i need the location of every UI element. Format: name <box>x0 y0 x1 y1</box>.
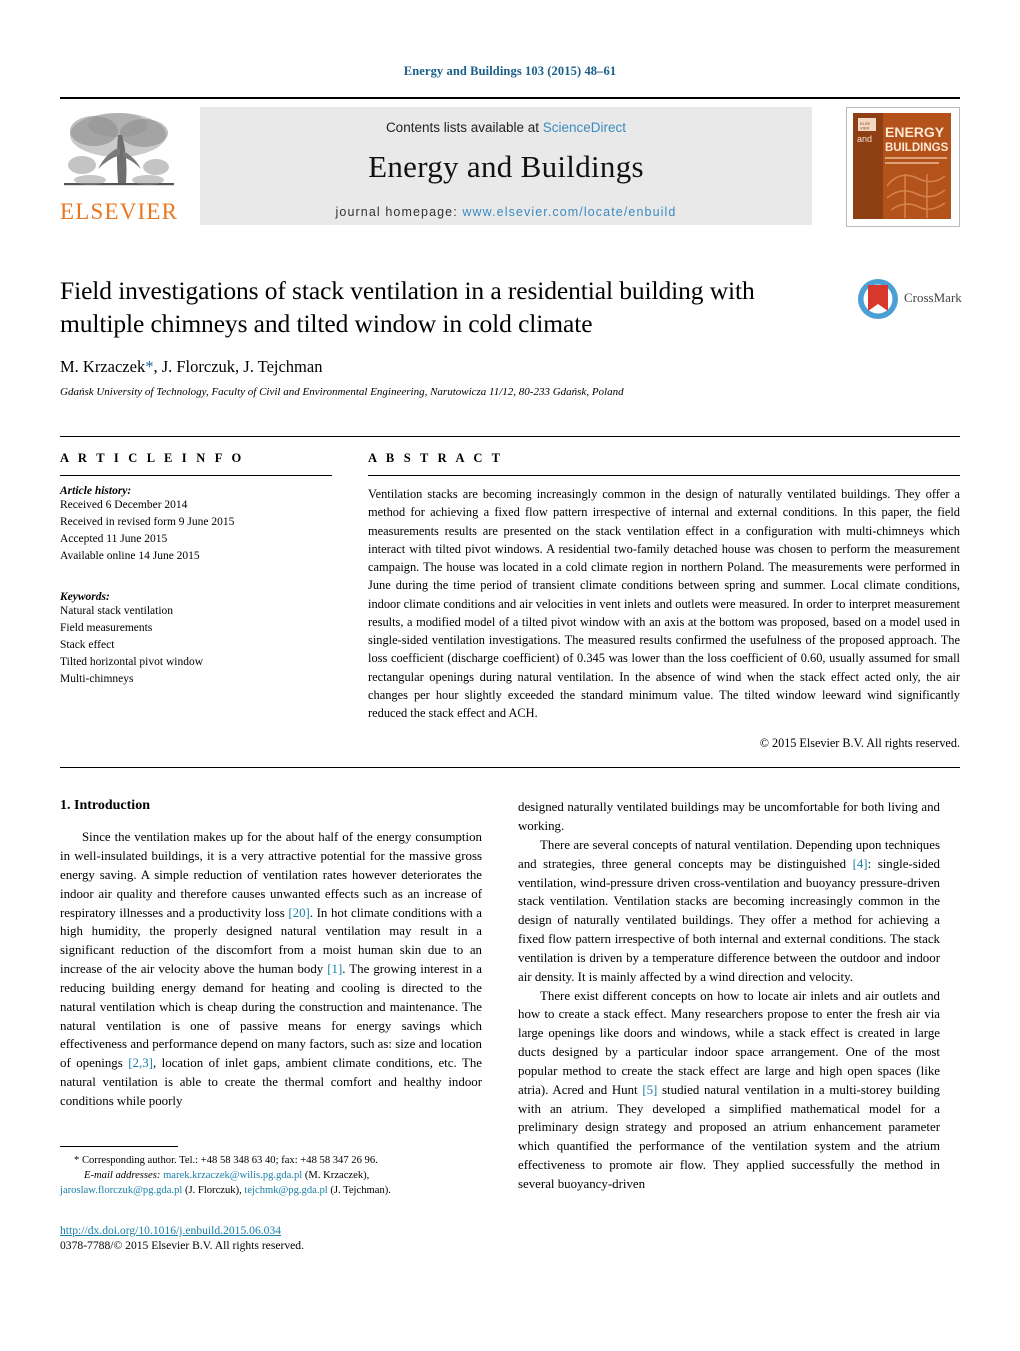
email-note-2: jaroslaw.florczuk@pg.gda.pl (J. Florczuk… <box>60 1183 482 1198</box>
svg-text:and: and <box>857 134 872 144</box>
para-text: studied natural ventilation in a multi-s… <box>518 1082 940 1191</box>
history-item: Received 6 December 2014 <box>60 499 188 512</box>
elsevier-wordmark: ELSEVIER <box>60 199 179 224</box>
paragraph-right-1: designed naturally ventilated buildings … <box>518 800 940 834</box>
abstract-text: Ventilation stacks are becoming increasi… <box>368 487 960 721</box>
elsevier-tree-icon <box>60 107 178 199</box>
article-info-heading: A R T I C L E I N F O <box>60 451 245 466</box>
keyword-item: Multi-chimneys <box>60 673 134 686</box>
paragraph-right-3: There exist different concepts on how to… <box>518 987 940 1194</box>
keyword-item: Tilted horizontal pivot window <box>60 656 204 669</box>
email-owner-1: (M. Krzaczek), <box>302 1170 370 1182</box>
article-history-heading: Article history: <box>60 485 132 498</box>
abstract-divider <box>368 475 960 477</box>
author-first: M. Krzaczek <box>60 357 146 377</box>
keyword-item: Stack effect <box>60 639 115 652</box>
history-item: Available online 14 June 2015 <box>60 550 200 563</box>
citation-ref-4[interactable]: [4] <box>853 857 868 871</box>
email-owner-3: (J. Tejchman). <box>327 1185 391 1197</box>
crossmark-badge[interactable]: CrossMark <box>856 277 962 323</box>
section-heading-introduction: 1. Introduction <box>60 798 150 814</box>
citation-ref-1[interactable]: [1] <box>327 962 342 976</box>
crossmark-icon <box>858 279 898 319</box>
authors-rest: , J. Florczuk, J. Tejchman <box>153 357 323 377</box>
abstract-column: A B S T R A C T Ventilation stacks are b… <box>368 451 960 751</box>
abstract-copyright: © 2015 Elsevier B.V. All rights reserved… <box>759 736 960 751</box>
journal-masthead: ELSEVIER Contents lists available at Sci… <box>60 97 960 229</box>
elsevier-logo: ELSEVIER <box>60 107 178 225</box>
info-abstract-section: A R T I C L E I N F O Article history: R… <box>60 436 960 751</box>
doi-area: http://dx.doi.org/10.1016/j.enbuild.2015… <box>60 1224 490 1252</box>
svg-text:VIER: VIER <box>860 126 869 131</box>
title-block: Field investigations of stack ventilatio… <box>60 275 962 399</box>
abstract-heading: A B S T R A C T <box>368 451 504 466</box>
corresponding-author-note: * Corresponding author. Tel.: +48 58 348… <box>74 1155 378 1166</box>
journal-cover-thumbnail: ELSE VIER and ENERGY BUILDINGS <box>846 107 960 227</box>
body-columns: 1. Introduction Since the ventilation ma… <box>60 798 960 1193</box>
citation-ref-5[interactable]: [5] <box>642 1083 657 1097</box>
keyword-item: Natural stack ventilation <box>60 605 174 618</box>
author-list: M. Krzaczek*, J. Florczuk, J. Tejchman <box>60 357 960 377</box>
homepage-prefix: journal homepage: <box>335 205 463 219</box>
body-column-right: designed naturally ventilated buildings … <box>518 798 940 1193</box>
article-info-column: A R T I C L E I N F O Article history: R… <box>60 451 332 751</box>
email-label: E-mail addresses: <box>84 1170 161 1182</box>
para-text: : single-sided ventilation, wind-pressur… <box>518 856 940 984</box>
journal-homepage-link[interactable]: www.elsevier.com/locate/enbuild <box>462 205 676 219</box>
sciencedirect-link[interactable]: ScienceDirect <box>543 120 626 135</box>
journal-band: Contents lists available at ScienceDirec… <box>200 107 812 225</box>
para-text: There exist different concepts on how to… <box>518 988 940 1097</box>
abstract-bottom-rule <box>60 767 960 769</box>
contents-prefix: Contents lists available at <box>385 120 543 135</box>
email-link-krzaczek[interactable]: marek.krzaczek@wilis.pg.gda.pl <box>163 1170 302 1181</box>
svg-text:ENERGY: ENERGY <box>885 124 945 140</box>
contents-line: Contents lists available at ScienceDirec… <box>200 107 812 135</box>
email-note: E-mail addresses: marek.krzaczek@wilis.p… <box>60 1168 482 1183</box>
journal-homepage-line: journal homepage: www.elsevier.com/locat… <box>200 205 812 219</box>
email-link-tejchman[interactable]: tejchmk@pg.gda.pl <box>244 1185 327 1196</box>
issn-copyright-line: 0378-7788/© 2015 Elsevier B.V. All right… <box>60 1239 304 1252</box>
history-item: Received in revised form 9 June 2015 <box>60 516 235 529</box>
email-owner-2: (J. Florczuk), <box>182 1185 245 1197</box>
paper-page: Energy and Buildings 103 (2015) 48–61 EL… <box>0 0 1020 1351</box>
info-divider <box>60 475 332 477</box>
paragraph-right-2: There are several concepts of natural ve… <box>518 836 940 987</box>
paragraph-left-1: Since the ventilation makes up for the a… <box>60 828 482 1110</box>
keyword-item: Field measurements <box>60 622 153 635</box>
email-link-florczuk[interactable]: jaroslaw.florczuk@pg.gda.pl <box>60 1185 182 1196</box>
citation-ref-20[interactable]: [20] <box>288 906 309 920</box>
body-column-left: 1. Introduction Since the ventilation ma… <box>60 798 482 1193</box>
footnote-rule <box>60 1146 178 1147</box>
history-item: Accepted 11 June 2015 <box>60 533 168 546</box>
running-head: Energy and Buildings 103 (2015) 48–61 <box>403 64 617 78</box>
keywords-heading: Keywords: <box>60 591 110 604</box>
footnote-area: * Corresponding author. Tel.: +48 58 348… <box>60 1146 482 1198</box>
page-title: Field investigations of stack ventilatio… <box>60 276 755 338</box>
affiliation: Gdańsk University of Technology, Faculty… <box>60 386 624 399</box>
citation-ref-2-3[interactable]: [2,3] <box>128 1056 153 1070</box>
svg-text:BUILDINGS: BUILDINGS <box>885 142 949 154</box>
para-text: . The growing interest in a reducing bui… <box>60 962 482 1071</box>
journal-title: Energy and Buildings <box>368 149 644 184</box>
crossmark-label: CrossMark <box>904 290 962 305</box>
doi-link[interactable]: http://dx.doi.org/10.1016/j.enbuild.2015… <box>60 1224 490 1237</box>
